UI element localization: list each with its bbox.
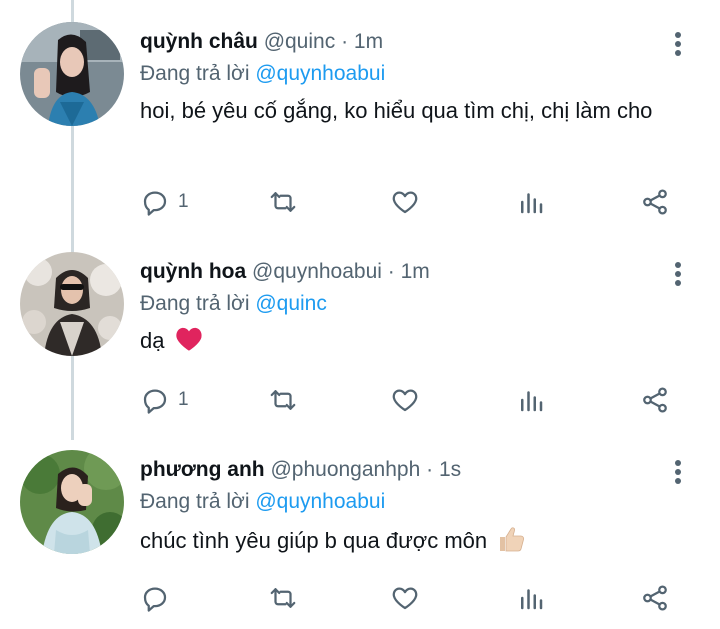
bar-chart-icon [521,193,543,214]
avatar[interactable] [20,22,124,126]
more-vertical-icon [675,32,681,38]
share-button[interactable] [640,580,670,616]
more-options-button[interactable] [664,458,692,486]
share-icon [643,189,667,215]
more-vertical-icon [675,460,681,466]
more-options-button[interactable] [664,260,692,288]
timestamp[interactable]: 1m [401,260,430,283]
more-dot [675,469,681,475]
tweet-text: hoi, bé yêu cố gắng, ko hiểu qua tìm chị… [140,96,680,126]
action-bar [140,580,680,616]
retweet-button[interactable] [268,580,298,616]
display-name[interactable]: phương anh [140,458,265,481]
action-bar: 1 [140,382,680,418]
tweet-header: phương anh @phuonganhph · 1s [140,456,680,484]
reply-tweet[interactable]: quỳnh hoa @quynhoabui · 1m Đang trả lời … [0,252,720,432]
separator: · [387,260,395,283]
tweet-text-body: chúc tình yêu giúp b qua được môn [140,528,488,553]
share-icon [643,387,667,413]
username[interactable]: @quynhoabui [252,260,382,283]
retweet-icon [270,588,296,608]
heart-icon [392,389,418,412]
tweet-text-body: dạ [140,328,165,353]
views-button[interactable] [516,184,546,220]
retweet-icon [270,192,296,212]
replying-to-label: Đang trả lời [140,490,250,513]
display-name[interactable]: quỳnh hoa [140,260,246,283]
tweet-text-body: hoi, bé yêu cố gắng, ko hiểu qua tìm chị… [140,98,653,123]
bar-chart-icon [521,391,543,412]
red-heart-emoji [175,327,202,351]
reply-tweet[interactable]: phương anh @phuonganhph · 1s Đang trả lờ… [0,450,720,629]
reply-tweet[interactable]: quỳnh châu @quinc · 1m Đang trả lời @quy… [0,22,720,232]
more-dot [675,280,681,286]
more-dot [675,271,681,277]
username[interactable]: @phuonganhph [270,458,420,481]
more-dot [675,41,681,47]
share-button[interactable] [640,382,670,418]
comment-icon [143,587,167,612]
username[interactable]: @quinc [264,30,336,53]
comment-icon [143,191,167,216]
tweet-content: quỳnh châu @quinc · 1m Đang trả lời @quy… [140,28,680,126]
views-button[interactable] [516,382,546,418]
heart-icon [392,587,418,610]
retweet-icon [270,390,296,410]
mention-link[interactable]: @quynhoabui [255,490,385,513]
more-dot [675,50,681,56]
replying-to: Đang trả lời @quynhoabui [140,488,680,516]
timestamp[interactable]: 1s [439,458,461,481]
views-button[interactable] [516,580,546,616]
tweet-header: quỳnh hoa @quynhoabui · 1m [140,258,680,286]
replying-to: Đang trả lời @quinc [140,290,680,318]
bar-chart-icon [521,589,543,610]
avatar[interactable] [20,450,124,554]
like-button[interactable] [390,580,420,616]
timestamp[interactable]: 1m [354,30,383,53]
tweet-text: dạ [140,326,680,356]
tweet-content: quỳnh hoa @quynhoabui · 1m Đang trả lời … [140,258,680,356]
separator: · [341,30,349,53]
reply-button[interactable]: 1 [140,382,189,418]
replying-to-label: Đang trả lời [140,292,250,315]
like-button[interactable] [390,184,420,220]
tweet-content: phương anh @phuonganhph · 1s Đang trả lờ… [140,456,680,556]
separator: · [426,458,434,481]
replying-to-label: Đang trả lời [140,62,250,85]
tweet-text: chúc tình yêu giúp b qua được môn [140,524,680,556]
replying-to: Đang trả lời @quynhoabui [140,60,680,88]
retweet-button[interactable] [268,184,298,220]
mention-link[interactable]: @quynhoabui [255,62,385,85]
reply-button[interactable] [140,580,178,616]
more-dot [675,478,681,484]
avatar[interactable] [20,252,124,356]
heart-icon [392,191,418,214]
retweet-button[interactable] [268,382,298,418]
tweet-header: quỳnh châu @quinc · 1m [140,28,680,56]
thumbs-up-emoji [500,527,525,552]
display-name[interactable]: quỳnh châu [140,30,258,53]
like-button[interactable] [390,382,420,418]
more-vertical-icon [675,262,681,268]
share-button[interactable] [640,184,670,220]
reply-count: 1 [178,191,189,212]
more-options-button[interactable] [664,30,692,58]
comment-icon [143,389,167,414]
action-bar: 1 [140,184,680,220]
mention-link[interactable]: @quinc [255,292,327,315]
reply-count: 1 [178,389,189,410]
share-icon [643,585,667,611]
reply-button[interactable]: 1 [140,184,189,220]
